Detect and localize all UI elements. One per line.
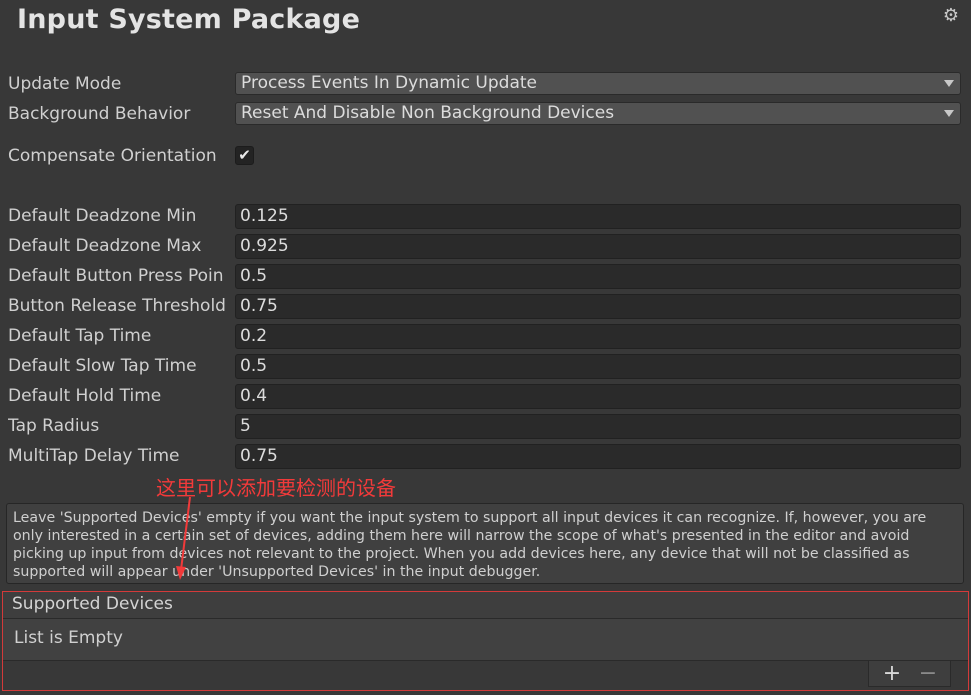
list-empty-text: List is Empty <box>14 628 123 648</box>
field-label: Tap Radius <box>8 416 100 436</box>
field-label: Default Tap Time <box>8 326 152 346</box>
field-value: 0.5 <box>240 356 268 376</box>
chevron-down-icon <box>944 110 954 117</box>
chevron-down-icon <box>944 80 954 87</box>
field-row: Default Slow Tap Time 0.5 <box>0 352 971 380</box>
field-value: 0.4 <box>240 386 268 406</box>
tap-radius-field[interactable]: 5 <box>235 414 961 439</box>
field-label: Default Slow Tap Time <box>8 356 197 376</box>
compensate-orientation-checkbox[interactable]: ✔ <box>235 146 254 165</box>
field-label: Default Deadzone Max <box>8 236 202 256</box>
compensate-orientation-label: Compensate Orientation <box>8 146 217 166</box>
background-behavior-label: Background Behavior <box>8 104 191 124</box>
slow-tap-time-field[interactable]: 0.5 <box>235 354 961 379</box>
field-value: 0.5 <box>240 266 268 286</box>
supported-devices-header[interactable]: Supported Devices <box>3 592 968 619</box>
field-label: MultiTap Delay Time <box>8 446 180 466</box>
multitap-delay-time-field[interactable]: 0.75 <box>235 444 961 469</box>
button-release-threshold-field[interactable]: 0.75 <box>235 294 961 319</box>
field-row: Default Deadzone Max 0.925 <box>0 232 971 260</box>
field-row: Button Release Threshold 0.75 <box>0 292 971 320</box>
field-value: 0.75 <box>240 446 278 466</box>
field-value: 0.125 <box>240 206 289 226</box>
background-behavior-value: Reset And Disable Non Background Devices <box>241 103 615 123</box>
field-label: Default Hold Time <box>8 386 162 406</box>
page-title: Input System Package <box>17 4 361 35</box>
field-row: Tap Radius 5 <box>0 412 971 440</box>
update-mode-row: Update Mode Process Events In Dynamic Up… <box>0 70 971 98</box>
field-row: Default Tap Time 0.2 <box>0 322 971 350</box>
supported-devices-title: Supported Devices <box>12 594 173 614</box>
field-label: Default Deadzone Min <box>8 206 197 226</box>
update-mode-dropdown[interactable]: Process Events In Dynamic Update <box>235 72 961 95</box>
compensate-orientation-row: Compensate Orientation ✔ <box>0 142 971 170</box>
remove-device-button[interactable]: − <box>915 661 941 687</box>
field-value: 0.925 <box>240 236 289 256</box>
field-row: Default Button Press Poin 0.5 <box>0 262 971 290</box>
deadzone-max-field[interactable]: 0.925 <box>235 234 961 259</box>
list-footer: + − <box>868 661 951 687</box>
add-device-button[interactable]: + <box>879 661 905 687</box>
supported-devices-list[interactable]: List is Empty <box>3 619 968 661</box>
field-row: Default Hold Time 0.4 <box>0 382 971 410</box>
tap-time-field[interactable]: 0.2 <box>235 324 961 349</box>
annotation-text: 这里可以添加要检测的设备 <box>156 476 396 500</box>
hold-time-field[interactable]: 0.4 <box>235 384 961 409</box>
field-label: Button Release Threshold <box>8 296 226 316</box>
field-label: Default Button Press Poin <box>8 266 224 286</box>
background-behavior-row: Background Behavior Reset And Disable No… <box>0 100 971 128</box>
field-row: MultiTap Delay Time 0.75 <box>0 442 971 470</box>
field-value: 0.2 <box>240 326 268 346</box>
update-mode-label: Update Mode <box>8 74 122 94</box>
gear-icon[interactable]: ⚙ <box>941 6 961 26</box>
field-value: 5 <box>240 416 251 436</box>
deadzone-min-field[interactable]: 0.125 <box>235 204 961 229</box>
field-value: 0.75 <box>240 296 278 316</box>
background-behavior-dropdown[interactable]: Reset And Disable Non Background Devices <box>235 102 961 125</box>
button-press-point-field[interactable]: 0.5 <box>235 264 961 289</box>
field-row: Default Deadzone Min 0.125 <box>0 202 971 230</box>
help-box: Leave 'Supported Devices' empty if you w… <box>6 503 964 584</box>
update-mode-value: Process Events In Dynamic Update <box>241 73 537 93</box>
